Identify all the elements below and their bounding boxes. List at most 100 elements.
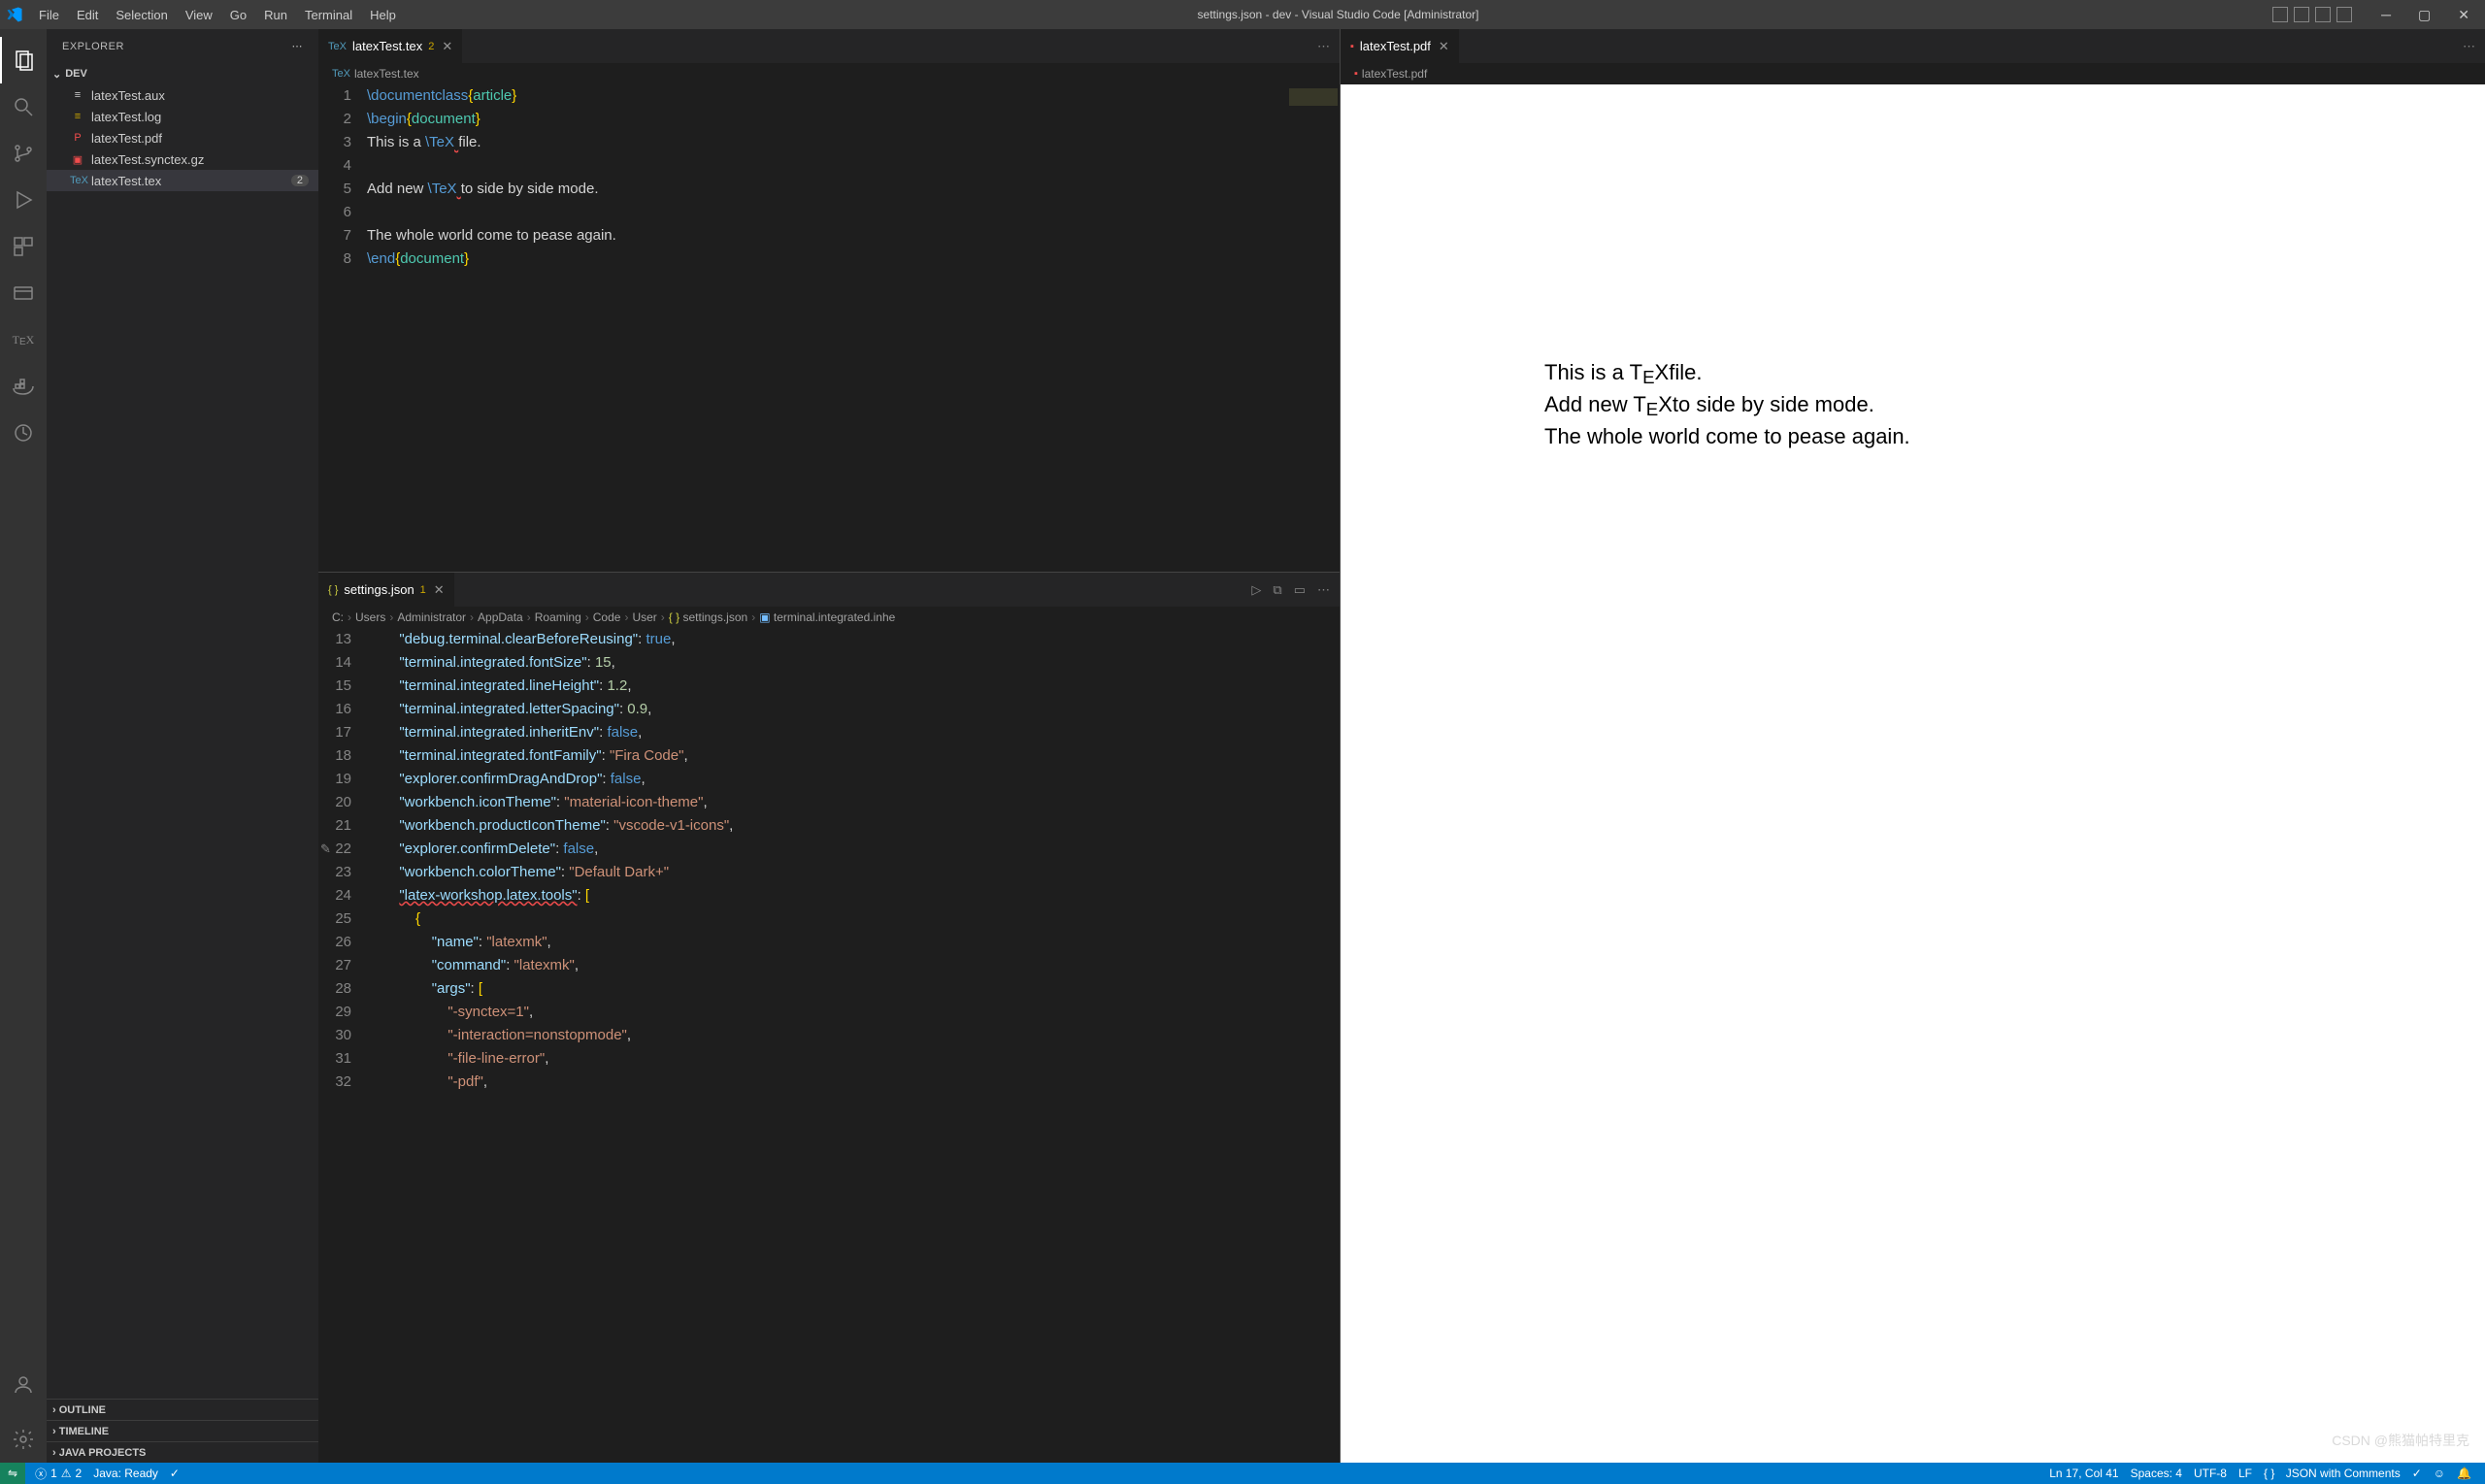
feedback[interactable]: ☺ [2428, 1467, 2451, 1480]
folder-header[interactable]: ⌄ DEV [47, 63, 318, 84]
warning-icon: ⚠ [61, 1467, 72, 1480]
minimap[interactable] [1281, 84, 1340, 572]
code-editor-json[interactable]: 131415161718192021✎222324252627282930313… [318, 628, 1340, 1463]
editor-bottom: { } settings.json 1 ✕ ▷ ⧉ ▭ ⋯ C:›Users›A… [318, 573, 1340, 1463]
remote-icon: ⇋ [8, 1467, 17, 1480]
toggle-panel-icon[interactable] [2272, 7, 2288, 22]
split-right-icon[interactable]: ⧉ [1273, 582, 1281, 598]
search-icon [12, 95, 35, 118]
close-tab-icon[interactable]: ✕ [442, 39, 452, 54]
tab-actions-bottom: ▷ ⧉ ▭ ⋯ [1242, 573, 1340, 607]
timeline-section[interactable]: › TIMELINE [47, 1420, 318, 1441]
minimap[interactable] [1281, 628, 1340, 1463]
encoding[interactable]: UTF-8 [2188, 1467, 2233, 1480]
pdf-file-icon: ▪ [1354, 68, 1358, 80]
breadcrumb-pdf[interactable]: ▪ latexTest.pdf [1341, 63, 2485, 84]
activity-account[interactable] [0, 1362, 47, 1408]
close-tab-icon[interactable]: ✕ [434, 582, 445, 598]
minimize-button[interactable]: ─ [2371, 3, 2401, 26]
file-name: latexTest.pdf [91, 131, 162, 146]
sidebar-more-icon[interactable]: ⋯ [292, 40, 304, 52]
indentation[interactable]: Spaces: 4 [2125, 1467, 2188, 1480]
chevron-right-icon: › [52, 1404, 56, 1416]
toggle-sidebar-icon[interactable] [2294, 7, 2309, 22]
menu-selection[interactable]: Selection [108, 4, 175, 26]
java-projects-section[interactable]: › JAVA PROJECTS [47, 1441, 318, 1463]
status-text: Java: Ready [93, 1467, 158, 1480]
tab-label: latexTest.pdf [1360, 39, 1431, 53]
java-status[interactable]: Java: Ready [87, 1467, 164, 1480]
latex-status[interactable]: ✓ [2406, 1467, 2428, 1480]
breadcrumb-item[interactable]: AppData [478, 610, 523, 624]
breadcrumb-bottom[interactable]: C:›Users›Administrator›AppData›Roaming›C… [318, 607, 1340, 628]
file-item[interactable]: TeXlatexTest.tex2 [47, 170, 318, 191]
activity-scm[interactable] [0, 130, 47, 177]
breadcrumb-item[interactable]: C: [332, 610, 344, 624]
outline-section[interactable]: › OUTLINE [47, 1399, 318, 1420]
breadcrumb-item[interactable]: User [632, 610, 656, 624]
customize-layout-icon[interactable] [2336, 7, 2352, 22]
activity-bar: TEX [0, 29, 47, 1463]
close-tab-icon[interactable]: ✕ [1439, 39, 1449, 54]
tab-latextest-tex[interactable]: TeX latexTest.tex 2 ✕ [318, 29, 463, 63]
editor-group-right: ▪ latexTest.pdf ✕ ⋯ ▪ latexTest.pdf This… [1340, 29, 2485, 1463]
run-icon[interactable]: ▷ [1251, 582, 1261, 598]
activity-extensions[interactable] [0, 223, 47, 270]
maximize-button[interactable]: ▢ [2408, 3, 2440, 27]
more-actions-icon[interactable]: ⋯ [1317, 39, 1330, 54]
section-label: TIMELINE [59, 1426, 109, 1437]
file-item[interactable]: ≡latexTest.aux [47, 84, 318, 106]
cursor-position[interactable]: Ln 17, Col 41 [2043, 1467, 2124, 1480]
breadcrumb-item[interactable]: { } settings.json [669, 610, 747, 624]
code-content[interactable]: \documentclass{article}\begin{document}T… [367, 84, 1281, 572]
file-item[interactable]: PlatexTest.pdf [47, 127, 318, 148]
code-editor-tex[interactable]: 12345678 \documentclass{article}\begin{d… [318, 84, 1340, 572]
pencil-icon[interactable]: ✎ [320, 838, 331, 861]
file-item[interactable]: ≡latexTest.log [47, 106, 318, 127]
notifications[interactable]: 🔔 [2451, 1467, 2477, 1480]
activity-remote[interactable] [0, 270, 47, 316]
pdf-preview[interactable]: This is a TEXfile.Add new TEXto side by … [1341, 84, 2485, 1463]
tab-settings-json[interactable]: { } settings.json 1 ✕ [318, 573, 455, 607]
menu-go[interactable]: Go [222, 4, 254, 26]
check-indicator[interactable]: ✓ [164, 1467, 185, 1480]
editor-top: TeX latexTest.tex 2 ✕ ⋯ TeX latexTest.te… [318, 29, 1340, 573]
problems-indicator[interactable]: ⓧ1 ⚠2 [29, 1466, 87, 1482]
code-content[interactable]: "debug.terminal.clearBeforeReusing": tru… [367, 628, 1281, 1463]
breadcrumb-top[interactable]: TeX latexTest.tex [318, 63, 1340, 84]
activity-search[interactable] [0, 83, 47, 130]
toggle-secondary-icon[interactable] [2315, 7, 2331, 22]
menu-run[interactable]: Run [256, 4, 295, 26]
watermark: CSDN @熊猫帕特里克 [2332, 1431, 2469, 1451]
breadcrumb-item[interactable]: Code [593, 610, 621, 624]
menu-help[interactable]: Help [362, 4, 404, 26]
breadcrumb-item[interactable]: Administrator [397, 610, 466, 624]
chevron-right-icon: › [661, 610, 665, 624]
language-mode[interactable]: { } JSON with Comments [2258, 1467, 2406, 1480]
more-actions-icon[interactable]: ⋯ [1317, 582, 1330, 598]
close-button[interactable]: ✕ [2448, 3, 2479, 27]
section-label: JAVA PROJECTS [59, 1447, 147, 1459]
breadcrumb-item[interactable]: Users [355, 610, 385, 624]
file-badge: 2 [291, 175, 309, 186]
breadcrumb-item[interactable]: Roaming [535, 610, 581, 624]
explorer-label: EXPLORER [62, 41, 124, 52]
line-gutter: 131415161718192021✎222324252627282930313… [318, 628, 367, 1463]
activity-other[interactable] [0, 410, 47, 456]
activity-tex[interactable]: TEX [0, 316, 47, 363]
menu-view[interactable]: View [178, 4, 220, 26]
remote-indicator[interactable]: ⇋ [0, 1463, 25, 1484]
breadcrumb-item[interactable]: ▣ terminal.integrated.inhe [759, 610, 895, 624]
tab-latextest-pdf[interactable]: ▪ latexTest.pdf ✕ [1341, 29, 1460, 63]
activity-settings[interactable] [0, 1416, 47, 1463]
activity-docker[interactable] [0, 363, 47, 410]
eol[interactable]: LF [2233, 1467, 2258, 1480]
activity-debug[interactable] [0, 177, 47, 223]
activity-explorer[interactable] [0, 37, 47, 83]
menu-terminal[interactable]: Terminal [297, 4, 360, 26]
split-down-icon[interactable]: ▭ [1294, 582, 1306, 598]
file-item[interactable]: ▣latexTest.synctex.gz [47, 148, 318, 170]
menu-file[interactable]: File [31, 4, 67, 26]
more-actions-icon[interactable]: ⋯ [2463, 39, 2475, 54]
menu-edit[interactable]: Edit [69, 4, 106, 26]
